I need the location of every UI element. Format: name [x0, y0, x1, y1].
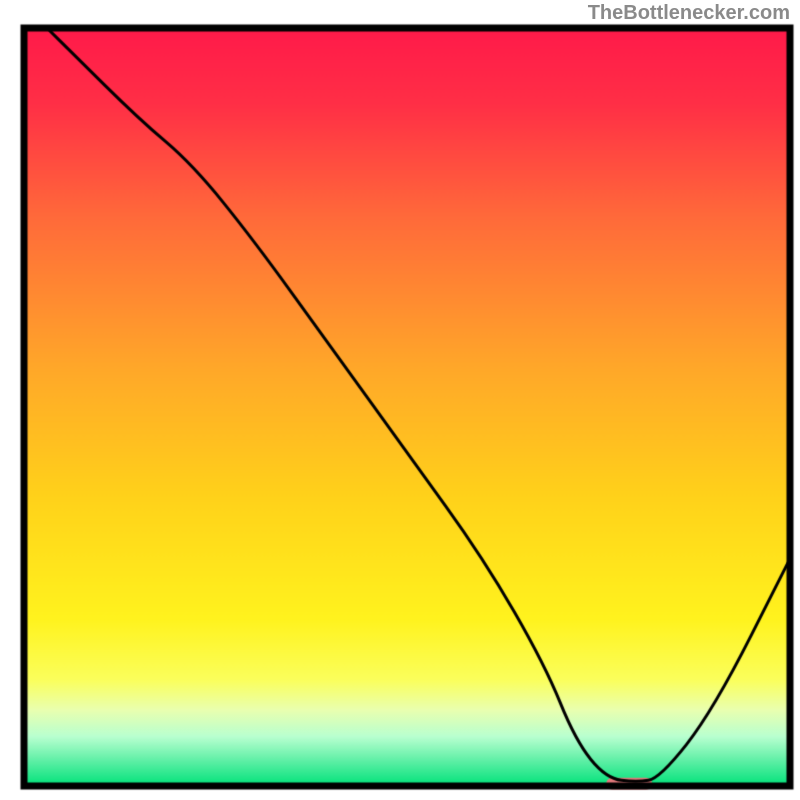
watermark-text: TheBottlenecker.com [588, 2, 790, 25]
chart-container: TheBottlenecker.com [0, 0, 800, 800]
bottleneck-chart-canvas [0, 0, 800, 800]
